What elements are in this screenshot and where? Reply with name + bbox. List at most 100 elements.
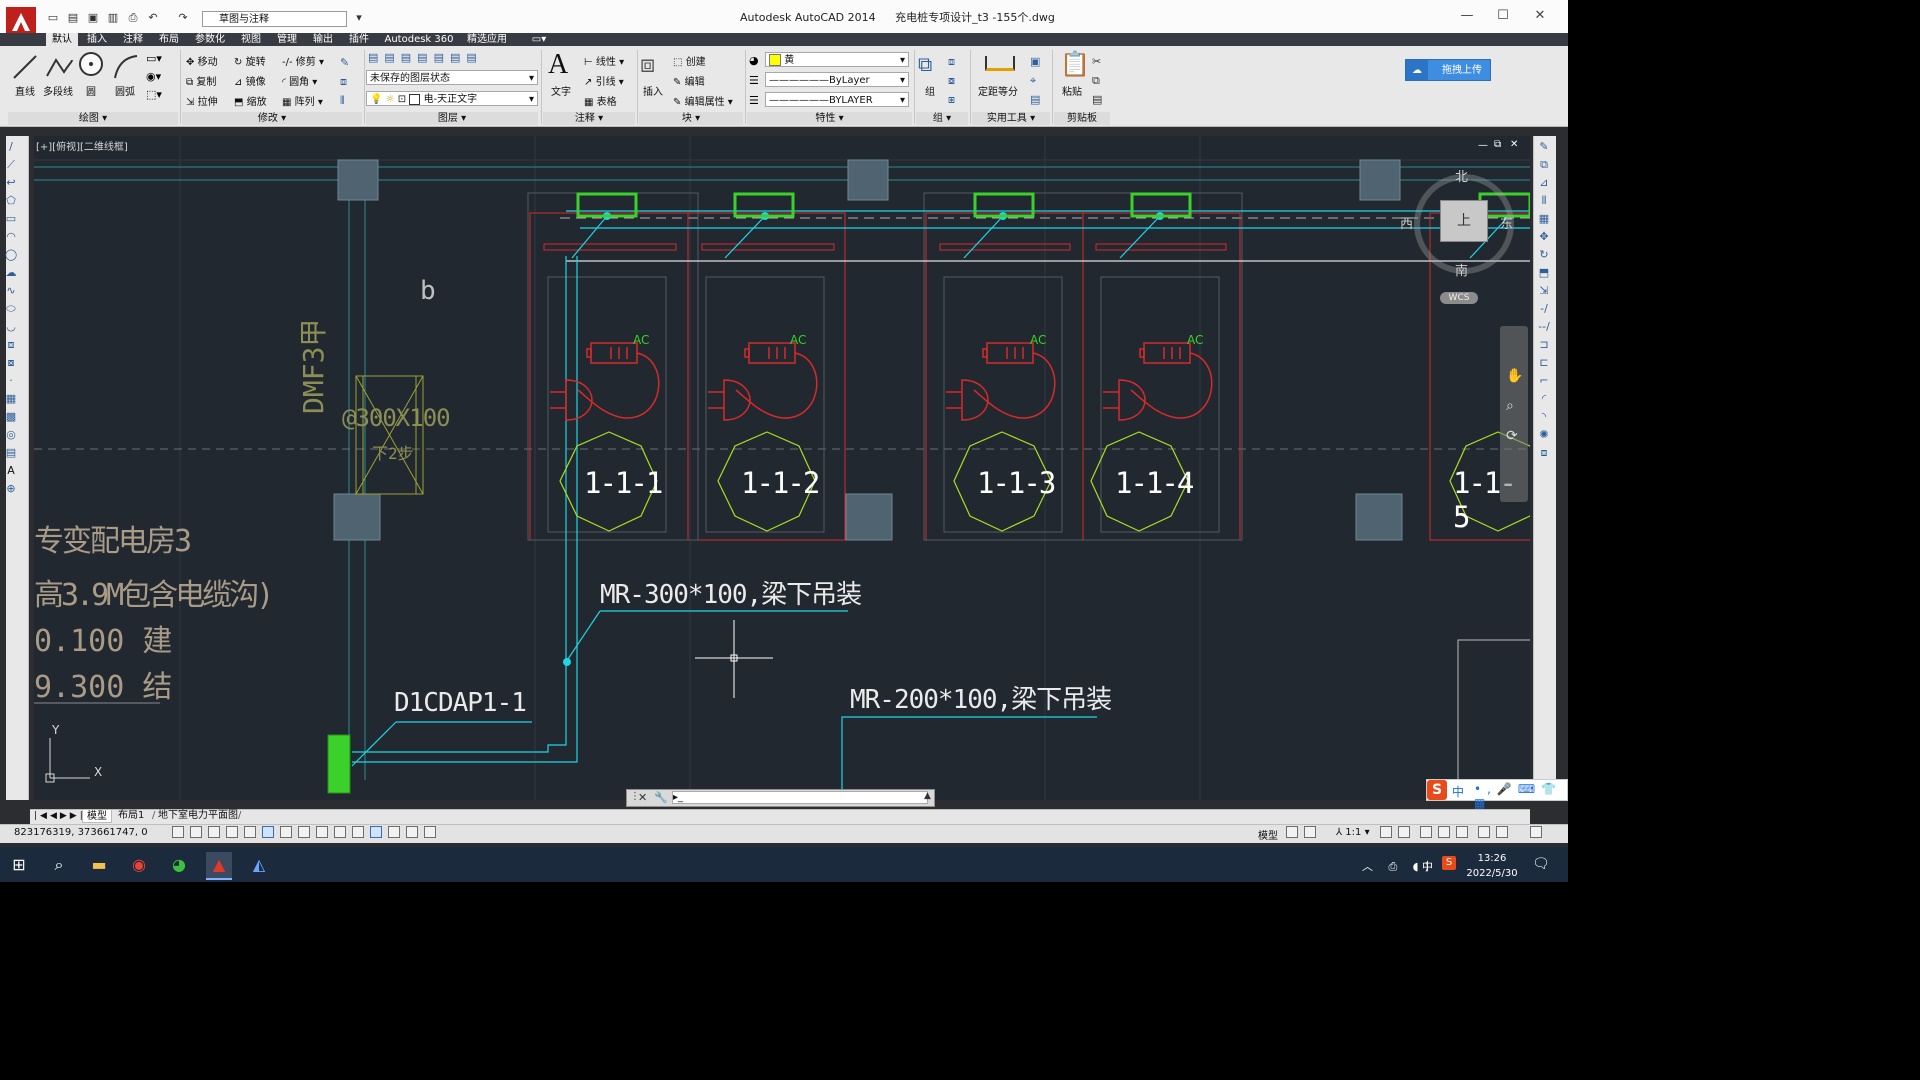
transparency-icon[interactable] [370, 826, 382, 838]
sogou-tray-icon[interactable]: S [1442, 856, 1456, 870]
drawing-canvas[interactable]: AC AC AC AC AC 1-1-1 1-1-2 1-1-3 1-1-4 1… [34, 136, 1530, 800]
infer-constraints-icon[interactable] [172, 826, 184, 838]
paste-label[interactable]: 粘贴 [1062, 83, 1082, 98]
quick-calc-icon[interactable]: ▣ [1030, 52, 1046, 71]
point-tool-icon[interactable]: · [4, 374, 18, 387]
tab-featured-apps[interactable]: 精选应用 [462, 33, 512, 46]
id-point-icon[interactable]: ⌖ [1030, 71, 1046, 90]
viewport-restore-icon[interactable]: ⧉ [1494, 139, 1501, 150]
tab-overflow-icon[interactable]: ▭▾ [528, 33, 550, 46]
coordinate-readout[interactable]: 823176319, 373661747, 0 [14, 827, 148, 838]
file-explorer-icon[interactable]: ▬ [86, 852, 112, 878]
viewcube-face[interactable]: 上 [1440, 200, 1488, 242]
wcs-menu[interactable]: WCS [1440, 292, 1478, 304]
add-selected-tool-icon[interactable]: ⊕ [4, 482, 18, 495]
viewport-close-icon[interactable]: ✕ [1510, 139, 1518, 150]
tab-view[interactable]: 视图 [234, 33, 268, 46]
explode-tool-icon[interactable]: ✺ [1537, 428, 1551, 441]
close-button[interactable]: ✕ [1517, 5, 1563, 27]
gradient-tool-icon[interactable]: ▩ [4, 410, 18, 423]
arc-tool-icon[interactable]: ◠ [4, 230, 18, 243]
erase-icon[interactable]: ✎ [340, 53, 358, 72]
line-tool-icon[interactable]: / [4, 140, 18, 153]
explode-icon[interactable]: ⧈ [340, 72, 358, 91]
arc-label[interactable]: 圆弧 [115, 83, 135, 98]
hardware-acceleration-icon[interactable] [1456, 826, 1468, 838]
autocad-taskbar-icon[interactable]: ▲ [206, 852, 232, 880]
status-menu-icon[interactable] [1496, 826, 1508, 838]
tab-annotate[interactable]: 注释 [116, 33, 150, 46]
current-layer-dropdown[interactable]: 💡 ☼ ⊡ 电-天正文字 ▾ [366, 91, 538, 106]
leader-button[interactable]: ↗ 引线 ▾ [584, 73, 624, 88]
print-icon[interactable]: ⎙ [126, 11, 140, 24]
spline-tool-icon[interactable]: ∿ [4, 284, 18, 297]
insert-tool-icon[interactable]: ⧈ [4, 338, 18, 351]
ducs-icon[interactable] [316, 826, 328, 838]
viewcube-south[interactable]: 南 [1455, 260, 1468, 279]
text-icon[interactable]: A [548, 49, 568, 81]
viewcube-west[interactable]: 西 [1400, 213, 1413, 232]
taskbar-ime-lang[interactable]: 中 [1422, 858, 1433, 874]
table-button[interactable]: ▦ 表格 [584, 93, 617, 108]
annotation-scale[interactable]: ⅄ 1:1 ▾ [1336, 827, 1370, 838]
new-file-icon[interactable]: ▭ [46, 11, 60, 24]
array-button[interactable]: ▦ 阵列 ▾ [282, 93, 323, 108]
break-tool-icon[interactable]: ⊐ [1537, 338, 1551, 351]
tab-autodesk360[interactable]: Autodesk 360 [378, 33, 460, 46]
save-icon[interactable]: ▣ [86, 11, 100, 24]
trim-tool-icon[interactable]: -/ [1537, 302, 1551, 315]
region-tool-icon[interactable]: ◎ [4, 428, 18, 441]
modify-panel-label[interactable]: 修改 ▾ [182, 112, 362, 125]
zoom-icon[interactable]: ⌕ [1506, 398, 1514, 414]
command-input[interactable]: ▸_ [672, 791, 928, 804]
3d-osnap-icon[interactable] [280, 826, 292, 838]
quick-view-layouts-icon[interactable] [1286, 826, 1298, 838]
extend-tool-icon[interactable]: --/ [1537, 320, 1551, 333]
selection-cycling-icon[interactable] [406, 826, 418, 838]
group-icon[interactable]: ⧉ [918, 52, 932, 76]
annotation-panel-label[interactable]: 注释 ▾ [543, 112, 635, 125]
grid-display-icon[interactable] [208, 826, 220, 838]
command-close-icon[interactable]: ✕ [638, 791, 647, 804]
mirror-button[interactable]: ⊿ 镜像 [234, 73, 266, 88]
layer-state-dropdown[interactable]: 未保存的图层状态 ▾ [366, 70, 538, 85]
tab-output[interactable]: 输出 [306, 33, 340, 46]
app-taskbar-icon[interactable]: ◭ [246, 852, 272, 878]
dynamic-input-icon[interactable] [334, 826, 346, 838]
move-button[interactable]: ✥ 移动 [186, 53, 218, 68]
create-block-button[interactable]: ⬚ 创建 [673, 53, 706, 68]
cloud-upload-button[interactable]: ☁ 拖拽上传 [1405, 59, 1491, 81]
pline-tool-icon[interactable]: ↩ [4, 176, 18, 189]
viewcube-north[interactable]: 北 [1455, 166, 1468, 185]
object-snap-tracking-icon[interactable] [298, 826, 310, 838]
groups-panel-label[interactable]: 组 ▾ [916, 112, 968, 125]
ellipse-arc-tool-icon[interactable]: ◡ [4, 320, 18, 333]
model-space-button[interactable]: 模型 [1258, 827, 1278, 842]
ime-lang[interactable]: 中 [1452, 783, 1464, 800]
edit-block-button[interactable]: ✎ 编辑 [673, 73, 705, 88]
clean-screen-icon[interactable] [1530, 826, 1542, 838]
workspace-switching-icon[interactable] [1420, 826, 1432, 838]
tab-plugins[interactable]: 插件 [342, 33, 376, 46]
workspace-dropdown[interactable]: 草图与注释 [202, 11, 347, 27]
clock[interactable]: 13:26 2022/5/30 [1462, 851, 1522, 881]
stretch-tool-icon[interactable]: ⇲ [1537, 284, 1551, 297]
rotate-tool-icon[interactable]: ↻ [1537, 248, 1551, 261]
notification-icon[interactable]: 🗨 [1532, 856, 1550, 872]
command-history-icon[interactable]: ▲ [924, 791, 931, 801]
snap-mode-icon[interactable] [190, 826, 202, 838]
layout-nav-icons[interactable]: |◀◀▶▶| [34, 809, 86, 823]
tab-basement-plan[interactable]: 地下室电力平面图 [158, 809, 238, 823]
open-file-icon[interactable]: ▤ [66, 11, 80, 24]
circle-icon[interactable] [77, 50, 105, 78]
mtext-tool-icon[interactable]: A [4, 464, 18, 477]
array-tool-icon[interactable]: ▦ [1537, 212, 1551, 225]
tab-layout[interactable]: 布局 [152, 33, 186, 46]
calculator-icon[interactable]: ▤ [1030, 90, 1046, 109]
annotation-visibility-icon[interactable] [1380, 826, 1392, 838]
move-tool-icon[interactable]: ✥ [1537, 230, 1551, 243]
group-label[interactable]: 组 [925, 83, 935, 98]
annotation-monitor-icon[interactable] [424, 826, 436, 838]
insert-block-icon[interactable]: ⧈ [640, 50, 655, 78]
fillet-tool-icon[interactable]: ◜ [1537, 392, 1551, 405]
